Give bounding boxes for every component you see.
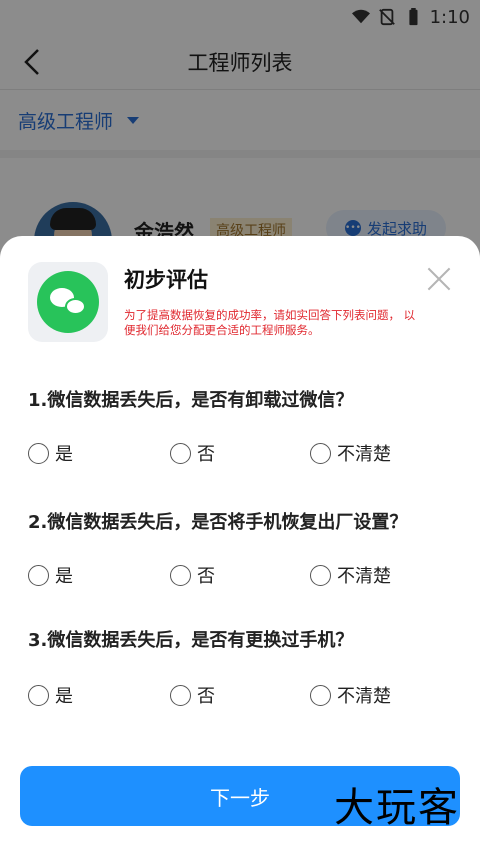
option-label: 是 [55,686,73,707]
radio-button[interactable] [310,442,331,464]
radio-button[interactable] [28,442,49,464]
option-no[interactable]: 否 [170,562,310,588]
question-1: 1.微信数据丢失后，是否有卸载过微信？ [28,390,354,411]
question-3-options: 是 否 不清楚 [28,682,391,708]
option-label: 不清楚 [337,444,391,465]
option-yes[interactable]: 是 [28,682,170,708]
radio-button[interactable] [310,564,331,586]
question-2-options: 是 否 不清楚 [28,562,391,588]
option-label: 是 [55,444,73,465]
sheet-title: 初步评估 [124,268,208,292]
assessment-sheet: 初步评估 为了提高数据恢复的成功率，请如实回答下列表问题， 以便我们给您分配更合… [0,236,480,853]
option-no[interactable]: 否 [170,440,310,466]
option-no[interactable]: 否 [170,682,310,708]
option-unsure[interactable]: 不清楚 [310,562,391,588]
radio-button[interactable] [310,684,331,706]
radio-button[interactable] [28,564,49,586]
question-3: 3.微信数据丢失后，是否有更换过手机？ [28,630,354,651]
wechat-icon [37,271,99,333]
radio-button[interactable] [170,564,191,586]
option-unsure[interactable]: 不清楚 [310,682,391,708]
option-yes[interactable]: 是 [28,562,170,588]
option-label: 否 [197,444,215,465]
question-1-options: 是 否 不清楚 [28,440,391,466]
close-icon[interactable] [426,266,452,292]
sheet-header: 初步评估 为了提高数据恢复的成功率，请如实回答下列表问题， 以便我们给您分配更合… [0,236,480,352]
option-label: 是 [55,566,73,587]
radio-button[interactable] [28,684,49,706]
option-unsure[interactable]: 不清楚 [310,440,391,466]
option-label: 不清楚 [337,686,391,707]
radio-button[interactable] [170,684,191,706]
wechat-logo [28,262,108,342]
option-label: 否 [197,566,215,587]
watermark-logo: 大玩客 [334,785,460,831]
option-label: 不清楚 [337,566,391,587]
option-label: 否 [197,686,215,707]
question-2: 2.微信数据丢失后，是否将手机恢复出厂设置？ [28,512,408,533]
option-yes[interactable]: 是 [28,440,170,466]
wechat-bubble-small [65,298,86,315]
sheet-description: 为了提高数据恢复的成功率，请如实回答下列表问题， 以便我们给您分配更合适的工程师… [124,308,416,337]
radio-button[interactable] [170,442,191,464]
